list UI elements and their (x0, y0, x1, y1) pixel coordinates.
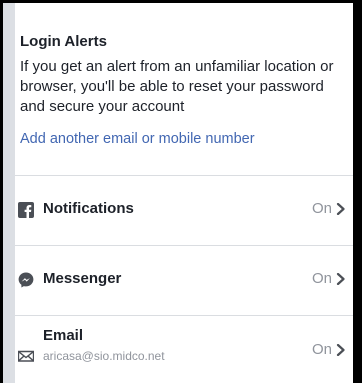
chevron-right-icon (336, 203, 345, 215)
channel-label: Messenger (43, 270, 122, 287)
channel-label: Notifications (43, 200, 134, 217)
channel-row-messenger[interactable]: Messenger On (15, 245, 353, 315)
messenger-icon (18, 272, 34, 288)
login-alerts-header: Login Alerts If you get an alert from an… (15, 3, 353, 175)
chevron-right-icon (336, 273, 345, 285)
add-contact-link[interactable]: Add another email or mobile number (20, 129, 343, 149)
channel-row-email[interactable]: Email aricasa@sio.midco.net On (15, 315, 353, 383)
channel-status: On (311, 270, 332, 287)
envelope-icon (18, 350, 34, 362)
facebook-icon (18, 202, 34, 218)
channel-label: Email (43, 327, 84, 344)
alert-channel-list: Notifications On Messenger On Email aric… (15, 175, 353, 383)
channel-status: On (311, 200, 332, 217)
login-alerts-card: Login Alerts If you get an alert from an… (15, 3, 353, 383)
chevron-right-icon (336, 344, 345, 356)
section-title: Login Alerts (20, 33, 107, 50)
email-address: aricasa@sio.midco.net (43, 349, 165, 363)
settings-panel: Login Alerts If you get an alert from an… (3, 3, 353, 383)
channel-status: On (311, 341, 332, 358)
section-description: If you get an alert from an unfamiliar l… (20, 58, 334, 115)
channel-row-notifications[interactable]: Notifications On (15, 175, 353, 245)
